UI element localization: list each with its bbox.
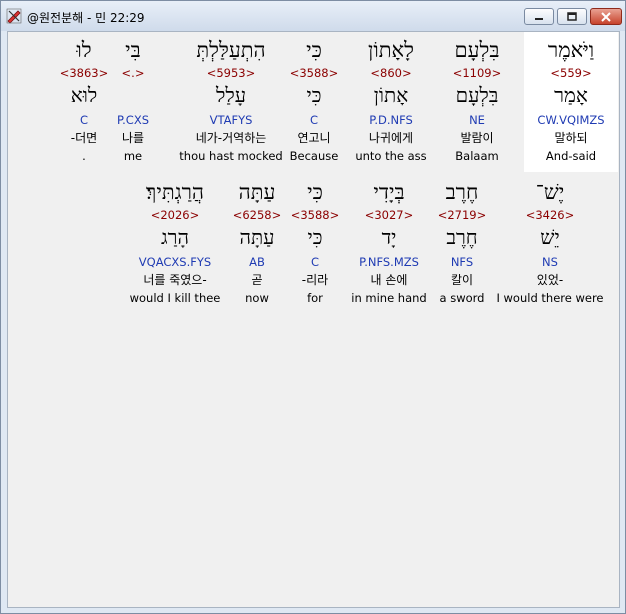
english-gloss: would I kill thee (129, 291, 221, 305)
korean-gloss: 발람이 (460, 131, 494, 145)
title-bar[interactable]: @원전분해 - 민 22:29 (1, 1, 625, 31)
strong-number: <3588> (290, 208, 340, 222)
korean-gloss: 말하되 (554, 131, 588, 145)
korean-gloss: 곧 (251, 273, 263, 287)
korean-gloss: 칼이 (450, 273, 474, 287)
lexical-form: לוּא (70, 83, 98, 107)
strong-number: <559> (550, 66, 592, 80)
korean-gloss: 내 손에 (370, 273, 408, 287)
lexical-form: בִּלְעָם (455, 83, 499, 107)
korean-gloss: 연고니 (297, 131, 331, 145)
korean-gloss: 너를 죽였으- (143, 273, 207, 287)
morphology-code: C (309, 113, 319, 127)
strong-number: <3588> (289, 66, 339, 80)
minimize-button[interactable] (524, 8, 554, 25)
strong-number: <.> (121, 66, 145, 80)
lexical-form: הָרַג (161, 225, 189, 249)
morphology-code: NE (469, 113, 485, 127)
lexical-form: יֵשׁ (540, 225, 560, 249)
english-gloss: I would there were (496, 291, 604, 305)
english-gloss: thou hast mocked (179, 149, 283, 163)
english-gloss: And-said (545, 149, 597, 163)
hebrew-word: הִתְעַלַּלְתְּ (196, 38, 266, 62)
morphology-code: P.CXS (116, 113, 149, 127)
interlinear-view[interactable]: וַיֹּאמֶר <559> אָמַר CW.VQIMZS 말하되 And-said ב… (7, 31, 620, 608)
lexical-form: אָתוֹן (373, 83, 409, 107)
morphology-code: CW.VQIMZS (537, 113, 605, 127)
korean-gloss: 있었- (536, 273, 564, 287)
minimize-icon (535, 17, 543, 20)
lexical-form: כִּי (307, 225, 323, 249)
strong-number: <5953> (206, 66, 256, 80)
hebrew-word: וַיֹּאמֶר (547, 38, 595, 62)
english-gloss: now (245, 291, 269, 305)
hebrew-word: בִּי (125, 38, 141, 62)
morphology-code: NS (542, 255, 558, 269)
app-window: @원전분해 - 민 22:29 וַיֹּאמֶר <559> אָמַר CW.VQ… (0, 0, 626, 614)
lexical-form: עַתָּה (239, 225, 275, 249)
morphology-code: AB (249, 255, 265, 269)
morphology-code: NFS (450, 255, 474, 269)
korean-gloss: 나를 (121, 131, 145, 145)
english-gloss: for (307, 291, 323, 305)
lexical-form: יָד (381, 225, 397, 249)
hebrew-word: הֲרַגְתִּיךְ׃ (146, 180, 204, 204)
korean-gloss: 네가-거역하는 (195, 131, 267, 145)
lexical-form: עָלַל (215, 83, 247, 107)
hebrew-word: לוּ (76, 38, 92, 62)
hebrew-word: יֶשׁ־ (535, 180, 565, 204)
maximize-icon (567, 11, 577, 21)
hebrew-word: חֶרֶב (445, 180, 479, 204)
strong-number: <2719> (437, 208, 487, 222)
hebrew-word: לָאָתוֹן (368, 38, 414, 62)
korean-gloss: -리라 (301, 273, 329, 287)
maximize-button[interactable] (557, 8, 587, 25)
korean-gloss: -더면 (70, 131, 98, 145)
strong-number: <860> (370, 66, 412, 80)
english-gloss: in mine hand (351, 291, 427, 305)
morphology-code: VQACXS.FYS (138, 255, 212, 269)
korean-gloss: 나귀에게 (368, 131, 414, 145)
morphology-code: C (310, 255, 320, 269)
close-button[interactable] (590, 8, 622, 25)
hebrew-word: בִּלְעָם (454, 38, 500, 62)
english-gloss: Balaam (455, 149, 499, 163)
lexical-form: חֶרֶב (446, 225, 478, 249)
hebrew-word: כִּי (306, 38, 322, 62)
strong-number: <3863> (59, 66, 109, 80)
english-gloss: . (82, 149, 86, 163)
strong-number: <3027> (364, 208, 414, 222)
app-icon (6, 8, 22, 24)
strong-number: <2026> (150, 208, 200, 222)
lexical-form: אָמַר (554, 83, 588, 107)
strong-number: <3426> (525, 208, 575, 222)
lexical-form: כִּי (306, 83, 322, 107)
window-title: @원전분해 - 민 22:29 (27, 11, 145, 25)
close-icon (601, 11, 611, 22)
hebrew-word: בְּיָדִי (373, 180, 405, 204)
strong-number: <6258> (232, 208, 282, 222)
hebrew-word: כִּי (307, 180, 323, 204)
strong-number: <1109> (452, 66, 502, 80)
english-gloss: me (123, 149, 143, 163)
morphology-code: P.D.NFS (369, 113, 413, 127)
morphology-code: P.NFS.MZS (359, 255, 419, 269)
english-gloss: unto the ass (355, 149, 427, 163)
morphology-code: VTAFYS (209, 113, 253, 127)
hebrew-word: עַתָּה (238, 180, 276, 204)
english-gloss: Because (289, 149, 339, 163)
english-gloss: a sword (439, 291, 485, 305)
morphology-code: C (79, 113, 89, 127)
